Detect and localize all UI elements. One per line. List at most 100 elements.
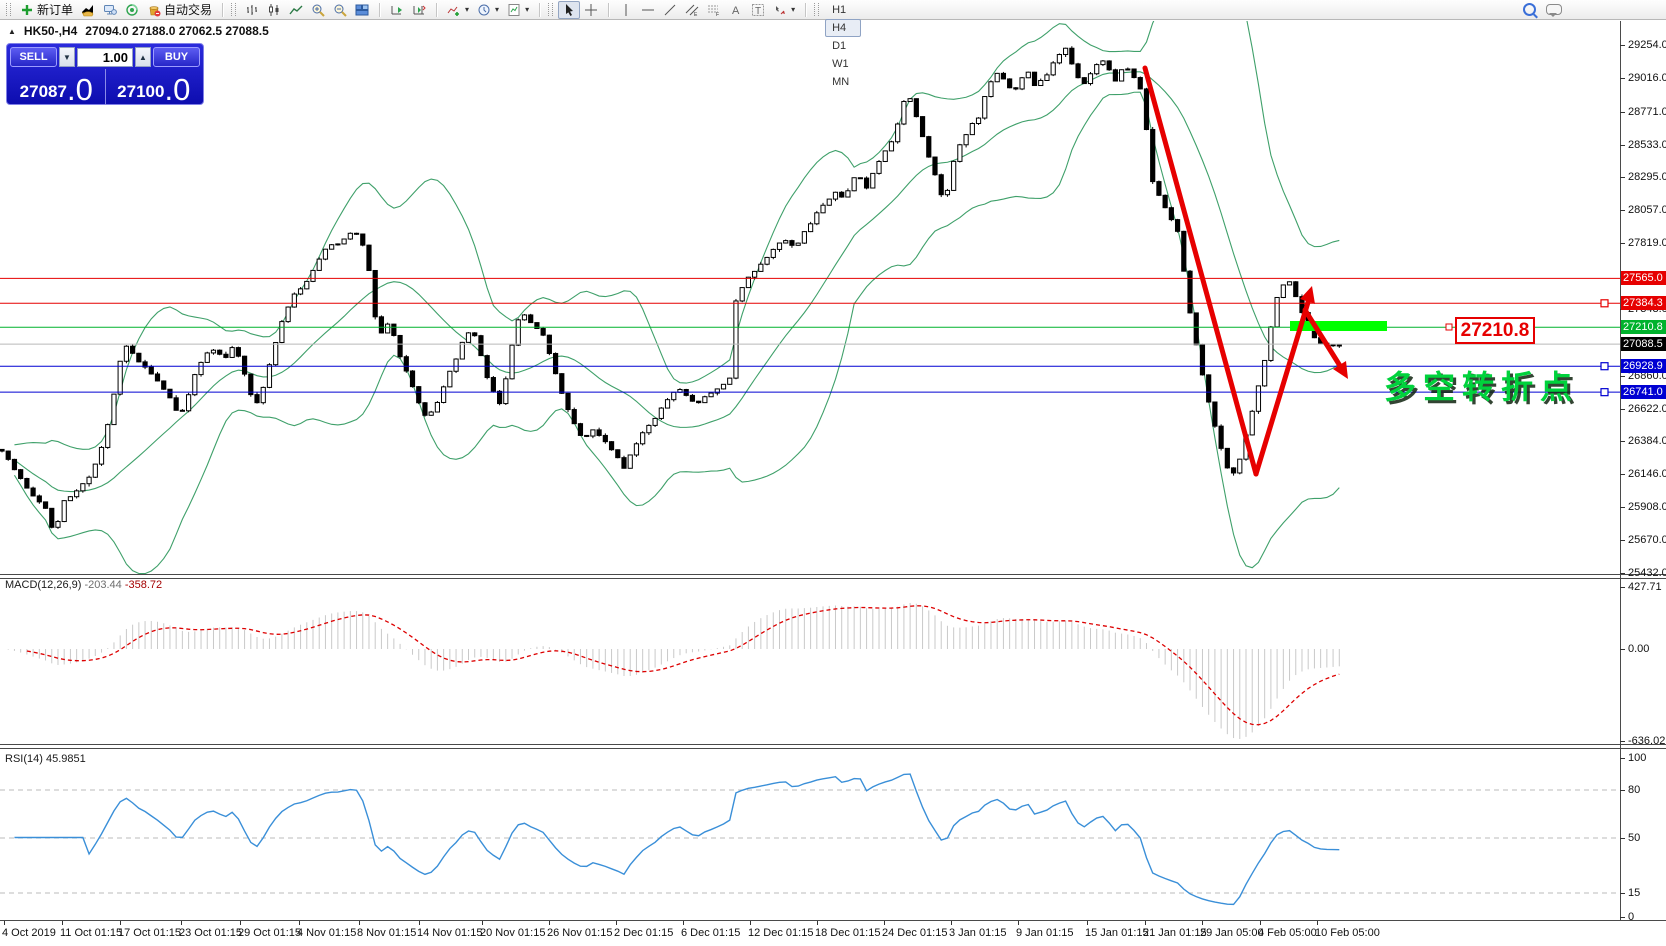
date-tick	[1087, 921, 1088, 925]
annotation-handle[interactable]	[1446, 324, 1452, 330]
price-tick-label: 26384.0	[1628, 435, 1666, 447]
pane-separator-macd[interactable]	[0, 574, 1666, 579]
price-tick	[1620, 573, 1625, 574]
date-label: 18 Dec 01:15	[815, 927, 880, 939]
date-tick	[240, 921, 241, 925]
trend-arrow-line[interactable]	[1305, 310, 1342, 369]
indicators-button[interactable]: ▾	[443, 1, 473, 19]
date-tick	[1018, 921, 1019, 925]
channel-tool-button[interactable]: E	[681, 1, 703, 19]
timeframe-mn[interactable]: MN	[825, 73, 860, 91]
auto-trading-button[interactable]: 自动交易	[143, 1, 216, 19]
market-watch-button[interactable]	[99, 1, 121, 19]
templates-button[interactable]: ▾	[503, 1, 533, 19]
chat-icon[interactable]	[1546, 4, 1562, 15]
date-tick	[1317, 921, 1318, 925]
arrows-tool-button[interactable]: ▾	[769, 1, 799, 19]
rsi-tick-label: 80	[1628, 784, 1640, 796]
turning-point-annotation[interactable]: 多空转折点	[1384, 362, 1579, 408]
rsi-name: RSI(14)	[5, 753, 43, 765]
volume-input[interactable]: 1.00	[77, 48, 133, 67]
fibonacci-icon: F	[707, 3, 721, 17]
toolbar-separator	[539, 3, 540, 17]
line-handle-27384.3[interactable]	[1601, 300, 1608, 307]
volume-decrease-button[interactable]: ▼	[59, 47, 75, 67]
buy-price[interactable]: 27100 .0	[108, 69, 201, 105]
line-handle-26741.0[interactable]	[1601, 389, 1608, 396]
periods-button[interactable]: ▾	[473, 1, 503, 19]
timeframe-h1[interactable]: H1	[825, 1, 860, 19]
candlestick-plot	[0, 46, 1341, 529]
price-tick	[1620, 540, 1625, 541]
timeframe-d1[interactable]: D1	[825, 37, 860, 55]
date-label: 29 Jan 05:00	[1200, 927, 1264, 939]
signals-button[interactable]	[121, 1, 143, 19]
bar-chart-button[interactable]	[241, 1, 263, 19]
collapse-triangle-icon[interactable]: ▲	[8, 27, 16, 36]
date-tick	[884, 921, 885, 925]
tile-windows-button[interactable]	[351, 1, 373, 19]
auto-scroll-button[interactable]	[386, 1, 408, 19]
date-label: 4 Feb 05:00	[1258, 927, 1317, 939]
buy-button[interactable]: BUY	[153, 47, 200, 67]
tile-windows-icon	[355, 3, 369, 17]
cursor-tool-button[interactable]	[558, 1, 580, 19]
zoom-in-icon	[311, 3, 325, 17]
rsi-tick	[1620, 790, 1625, 791]
date-tick	[181, 921, 182, 925]
search-icon[interactable]	[1523, 3, 1536, 16]
ohlc-values: 27094.0 27188.0 27062.5 27088.5	[85, 24, 269, 38]
timeframe-h4[interactable]: H4	[825, 19, 860, 37]
toolbar-separator	[379, 3, 380, 17]
line-chart-button[interactable]	[285, 1, 307, 19]
text-icon: A	[729, 3, 743, 17]
zoom-out-icon	[333, 3, 347, 17]
vertical-line-tool-button[interactable]	[615, 1, 637, 19]
candlestick-chart-button[interactable]	[263, 1, 285, 19]
price-annotation-box[interactable]: 27210.8	[1455, 317, 1535, 344]
dropdown-caret-icon: ▾	[791, 5, 795, 14]
line-handle-26928.9[interactable]	[1601, 363, 1608, 370]
chart-canvas[interactable]	[0, 0, 1666, 946]
volume-increase-button[interactable]: ▲	[135, 47, 151, 67]
date-tick	[1145, 921, 1146, 925]
zoom-in-button[interactable]	[307, 1, 329, 19]
price-tick	[1620, 376, 1625, 377]
sell-price[interactable]: 27087 .0	[10, 69, 103, 105]
toolbar-grip	[814, 3, 819, 16]
current-price-badge: 27088.5	[1621, 337, 1666, 351]
zoom-out-button[interactable]	[329, 1, 351, 19]
macd-tick	[1620, 649, 1625, 650]
price-tick-label: 25432.0	[1628, 567, 1666, 579]
timeframe-w1[interactable]: W1	[825, 55, 860, 73]
trend-arrow-line[interactable]	[1256, 299, 1309, 474]
clock-icon	[477, 3, 491, 17]
date-tick	[359, 921, 360, 925]
chart-shift-icon	[412, 3, 426, 17]
pane-separator-rsi[interactable]	[0, 744, 1666, 749]
green-zone-bar[interactable]	[1290, 321, 1387, 331]
price-line-badge-26928.9: 26928.9	[1621, 359, 1666, 373]
crosshair-tool-button[interactable]	[580, 1, 602, 19]
text-tool-button[interactable]: A	[725, 1, 747, 19]
chart-shift-button[interactable]	[408, 1, 430, 19]
macd-tick	[1620, 741, 1625, 742]
svg-text:E: E	[694, 12, 698, 17]
price-tick-label: 28295.0	[1628, 171, 1666, 183]
trendline-tool-button[interactable]	[659, 1, 681, 19]
text-label-tool-button[interactable]: T	[747, 1, 769, 19]
fibonacci-tool-button[interactable]: F	[703, 1, 725, 19]
sell-button[interactable]: SELL	[10, 47, 57, 67]
rsi-plot	[0, 774, 1620, 904]
profiles-button[interactable]	[77, 1, 99, 19]
new-order-button[interactable]: 新订单	[16, 1, 77, 19]
rsi-tick	[1620, 917, 1625, 918]
macd-tick-label: 0.00	[1628, 643, 1649, 655]
dropdown-caret-icon: ▾	[495, 5, 499, 14]
arrow-objects-icon	[773, 3, 787, 17]
channel-icon: E	[685, 3, 699, 17]
date-tick	[419, 921, 420, 925]
line-chart-icon	[289, 3, 303, 17]
rsi-tick	[1620, 758, 1625, 759]
horizontal-line-tool-button[interactable]	[637, 1, 659, 19]
